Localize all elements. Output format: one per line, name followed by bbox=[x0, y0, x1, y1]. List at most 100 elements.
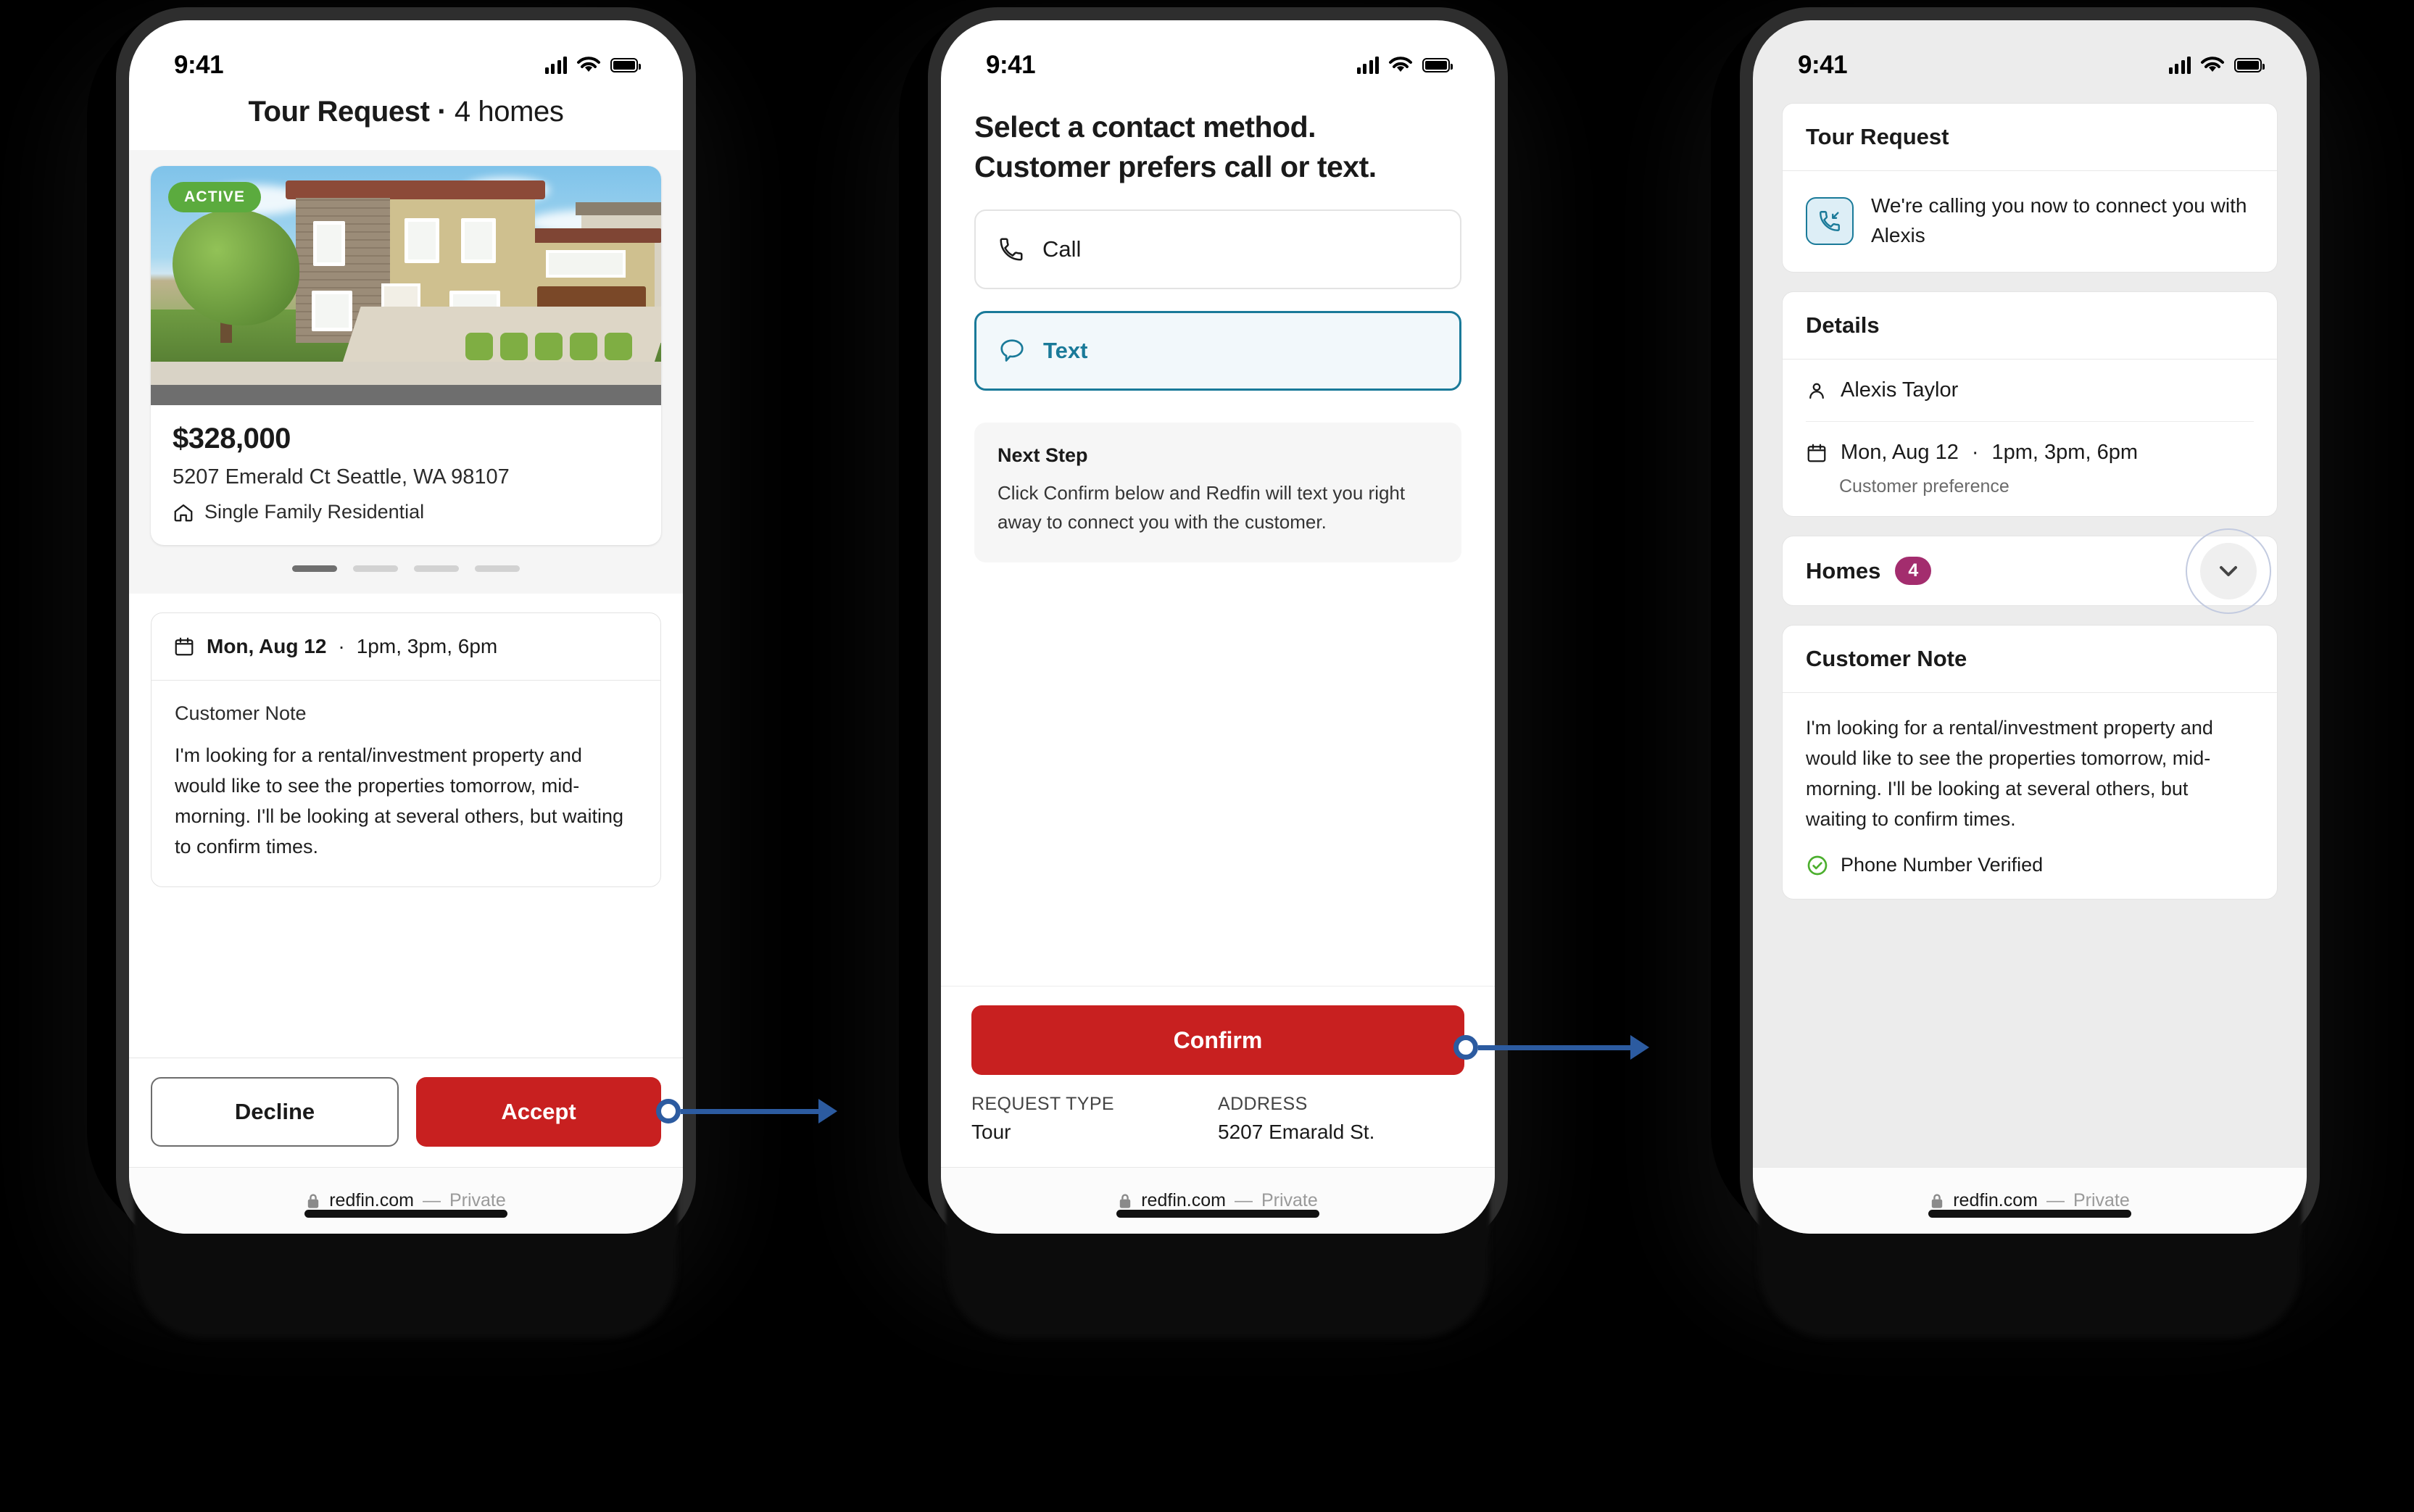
calling-status-text: We're calling you now to connect you wit… bbox=[1871, 194, 2247, 246]
wifi-icon bbox=[1389, 57, 1412, 72]
meta-address-label: ADDRESS bbox=[1218, 1094, 1308, 1114]
chat-bubble-icon bbox=[1000, 339, 1024, 362]
lock-icon bbox=[1932, 1193, 1943, 1208]
decline-button[interactable]: Decline bbox=[151, 1077, 399, 1147]
details-card: Details Alexis Taylor Mon, Aug 12 · 1pm,… bbox=[1782, 291, 2278, 518]
browser-domain: redfin.com bbox=[1141, 1190, 1226, 1210]
cellular-signal-icon bbox=[1356, 57, 1379, 74]
phone-frame-2: 9:41 Select a contact method. Customer p… bbox=[928, 7, 1508, 1247]
schedule-date: Mon, Aug 12 bbox=[207, 635, 327, 657]
listing-address: 5207 Emerald Ct Seattle, WA 98107 bbox=[173, 465, 510, 489]
details-person-name: Alexis Taylor bbox=[1841, 378, 1959, 402]
arrow-start-knob bbox=[1453, 1035, 1478, 1060]
homes-title: Homes bbox=[1806, 557, 1881, 583]
pager-dot-4[interactable] bbox=[475, 565, 520, 572]
tour-request-body: We're calling you now to connect you wit… bbox=[1783, 171, 2277, 272]
schedule-sep: · bbox=[338, 635, 345, 657]
lock-icon bbox=[1120, 1193, 1131, 1208]
status-icons bbox=[2168, 57, 2265, 74]
home-icon bbox=[174, 504, 193, 521]
customer-note-body: I'm looking for a rental/investment prop… bbox=[1783, 693, 2277, 898]
phone-frame-3: 9:41 Tour Request We're calling you now … bbox=[1740, 7, 2320, 1247]
screen1-content: ACTIVE $328,000 5207 Emerald Ct Seattle,… bbox=[129, 150, 683, 1058]
next-step-title: Next Step bbox=[997, 444, 1088, 466]
calendar-icon bbox=[1807, 444, 1826, 462]
lock-icon bbox=[308, 1193, 319, 1208]
browser-separator: — bbox=[2046, 1190, 2065, 1210]
status-badge: ACTIVE bbox=[168, 182, 262, 212]
tour-request-card: Tour Request We're calling you now to co… bbox=[1782, 103, 2278, 273]
homes-count-badge: 4 bbox=[1895, 557, 1932, 586]
arrow-head bbox=[818, 1099, 837, 1123]
customer-note-card: Customer Note I'm looking for a rental/i… bbox=[1782, 625, 2278, 900]
person-icon bbox=[1809, 383, 1824, 399]
wifi-icon bbox=[577, 57, 600, 72]
photo-pager[interactable] bbox=[151, 545, 661, 594]
browser-mode: Private bbox=[449, 1190, 506, 1210]
battery-icon bbox=[610, 58, 641, 72]
screenshot-canvas: 9:41 Tour Request · 4 homes ACTIVE $328,… bbox=[0, 0, 2414, 1512]
screen-tour-request: 9:41 Tour Request · 4 homes ACTIVE $328,… bbox=[129, 20, 683, 1234]
pager-dot-3[interactable] bbox=[414, 565, 459, 572]
tour-request-title: Tour Request bbox=[1806, 124, 1949, 149]
pager-dot-2[interactable] bbox=[353, 565, 398, 572]
status-bar-2: 9:41 bbox=[941, 20, 1495, 90]
cellular-signal-icon bbox=[544, 57, 567, 74]
browser-bar-3[interactable]: redfin.com — Private bbox=[1753, 1167, 2307, 1234]
home-indicator-3 bbox=[1928, 1210, 2131, 1218]
contact-heading: Select a contact method. Customer prefer… bbox=[974, 107, 1461, 188]
page-title-sep: · bbox=[429, 96, 455, 128]
homes-expand-button[interactable] bbox=[2200, 542, 2257, 599]
status-bar-1: 9:41 bbox=[129, 20, 683, 90]
check-circle-icon bbox=[1807, 855, 1828, 875]
screen-contact-method: 9:41 Select a contact method. Customer p… bbox=[941, 20, 1495, 1234]
accept-button[interactable]: Accept bbox=[416, 1077, 661, 1147]
status-icons bbox=[544, 57, 641, 74]
listing-info: $328,000 5207 Emerald Ct Seattle, WA 981… bbox=[151, 405, 661, 545]
status-icons bbox=[1356, 57, 1453, 74]
arrow-line bbox=[1478, 1044, 1630, 1050]
details-date: Mon, Aug 12 bbox=[1841, 441, 1959, 465]
arrow-start-knob bbox=[656, 1099, 681, 1123]
customer-note-text: I'm looking for a rental/investment prop… bbox=[175, 744, 623, 857]
contact-option-text[interactable]: Text bbox=[974, 310, 1461, 391]
details-times: 1pm, 3pm, 6pm bbox=[1991, 441, 2138, 465]
meta-request-type: REQUEST TYPE Tour bbox=[971, 1094, 1218, 1144]
cellular-signal-icon bbox=[2168, 57, 2191, 74]
phone-icon bbox=[1000, 238, 1023, 261]
screen2-content: Select a contact method. Customer prefer… bbox=[941, 90, 1495, 986]
arrow-line bbox=[681, 1108, 818, 1114]
battery-icon bbox=[2234, 58, 2265, 72]
status-bar-3: 9:41 bbox=[1753, 20, 2307, 90]
browser-mode: Private bbox=[2073, 1190, 2130, 1210]
customer-note-label: Customer Note bbox=[175, 702, 307, 724]
browser-bar-2[interactable]: redfin.com — Private bbox=[941, 1167, 1495, 1234]
phone-verified-label: Phone Number Verified bbox=[1841, 854, 2044, 876]
incoming-call-icon bbox=[1806, 196, 1854, 245]
homes-accordion[interactable]: Homes 4 bbox=[1782, 528, 2278, 614]
phone-verified-row: Phone Number Verified bbox=[1806, 854, 2254, 877]
screen3-content: Tour Request We're calling you now to co… bbox=[1753, 90, 2307, 1167]
page-title-1: Tour Request · 4 homes bbox=[129, 90, 683, 150]
contact-option-text-label: Text bbox=[1043, 337, 1088, 363]
listing-property-type: Single Family Residential bbox=[204, 501, 425, 523]
meta-address-value: 5207 Emarald St. bbox=[1218, 1121, 1375, 1143]
flow-arrow-confirm-to-detail bbox=[1453, 1033, 1649, 1062]
pager-dot-1[interactable] bbox=[292, 565, 337, 572]
browser-domain: redfin.com bbox=[1953, 1190, 2038, 1210]
contact-option-call[interactable]: Call bbox=[974, 209, 1461, 289]
contact-heading-line2: Customer prefers call or text. bbox=[974, 150, 1377, 184]
action-bar: Decline Accept bbox=[129, 1058, 683, 1167]
meta-address: ADDRESS 5207 Emarald St. bbox=[1218, 1094, 1464, 1144]
listing-property-type-row: Single Family Residential bbox=[173, 501, 639, 523]
details-subtext: Customer preference bbox=[1839, 476, 2009, 497]
schedule-times: 1pm, 3pm, 6pm bbox=[356, 635, 498, 657]
listing-price: $328,000 bbox=[173, 423, 291, 454]
screen-confirmation: 9:41 Tour Request We're calling you now … bbox=[1753, 20, 2307, 1234]
listing-card[interactable]: ACTIVE $328,000 5207 Emerald Ct Seattle,… bbox=[151, 166, 661, 545]
status-time: 9:41 bbox=[986, 51, 1036, 79]
schedule-row: Mon, Aug 12 · 1pm, 3pm, 6pm bbox=[152, 613, 660, 680]
customer-note-text: I'm looking for a rental/investment prop… bbox=[1806, 717, 2213, 830]
confirm-button[interactable]: Confirm bbox=[971, 1005, 1464, 1075]
browser-bar-1[interactable]: redfin.com — Private bbox=[129, 1167, 683, 1234]
